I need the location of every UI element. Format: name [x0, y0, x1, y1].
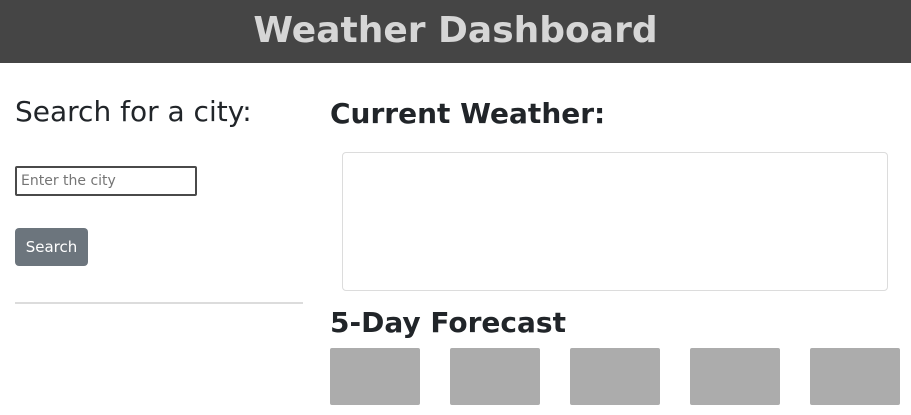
search-history-divider: [15, 302, 303, 304]
forecast-card-day-1: [330, 348, 420, 405]
current-weather-panel: [342, 152, 888, 291]
forecast-heading: 5-Day Forecast: [330, 306, 566, 339]
city-search-input[interactable]: [15, 166, 197, 196]
app-header: Weather Dashboard: [0, 0, 911, 63]
forecast-card-day-2: [450, 348, 540, 405]
current-weather-heading: Current Weather:: [330, 97, 606, 130]
search-heading: Search for a city:: [15, 95, 252, 128]
forecast-card-day-3: [570, 348, 660, 405]
app-title: Weather Dashboard: [253, 9, 658, 51]
forecast-card-day-4: [690, 348, 780, 405]
forecast-cards: [330, 348, 901, 405]
search-button[interactable]: Search: [15, 228, 88, 266]
forecast-card-day-5: [810, 348, 900, 405]
